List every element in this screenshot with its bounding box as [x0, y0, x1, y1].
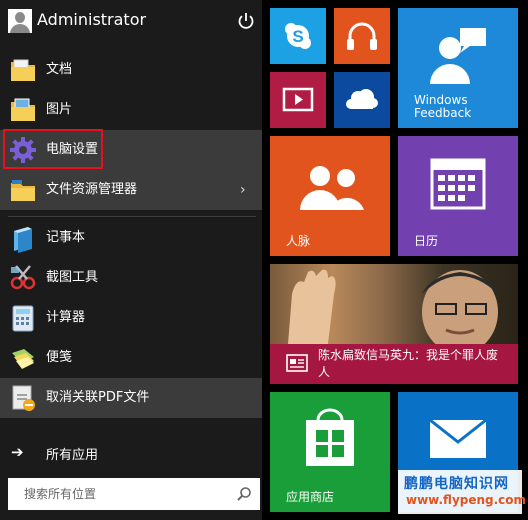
tile-news[interactable]: 陈水扁致信马英九：我是个罪人废人: [270, 264, 518, 384]
tile-label: Windows Feedback: [414, 93, 472, 120]
news-photo-figure: [288, 269, 498, 354]
menu-item-label: 记事本: [46, 230, 86, 245]
all-apps-label: 所有应用: [46, 448, 99, 463]
file-explorer-icon: [11, 180, 35, 201]
menu-item-label: 取消关联PDF文件: [46, 390, 150, 405]
search-input[interactable]: [24, 484, 224, 504]
notepad-icon: [14, 227, 32, 253]
skype-icon: S: [285, 23, 311, 49]
tile-label: 应用商店: [286, 490, 335, 504]
menu-item-calculator[interactable]: 计算器: [0, 298, 262, 338]
user-avatar-icon: [8, 9, 32, 33]
menu-item-sticky-notes[interactable]: 便笺: [0, 338, 262, 378]
menu-item-pictures[interactable]: 图片: [0, 90, 262, 130]
menu-item-label: 文件资源管理器: [46, 182, 138, 197]
menu-item-notepad[interactable]: 记事本: [0, 218, 262, 258]
arrow-right-icon: ➔: [11, 443, 24, 461]
menu-item-label: 计算器: [46, 310, 86, 325]
snipping-tool-icon: [10, 265, 36, 290]
user-account-row[interactable]: Administrator: [0, 0, 262, 40]
calculator-icon: [12, 305, 34, 332]
menu-item-unassociate-pdf[interactable]: 取消关联PDF文件: [0, 378, 262, 418]
chevron-right-icon[interactable]: ›: [240, 182, 246, 198]
news-headline: 陈水扁致信马英九：我是个罪人废人: [318, 348, 499, 379]
menu-item-documents[interactable]: 文档: [0, 50, 262, 90]
menu-item-label: 便笺: [46, 350, 73, 365]
folder-documents-icon: [11, 59, 35, 81]
news-caption-bar: 陈水扁致信马英九：我是个罪人废人: [270, 344, 518, 384]
news-photo: [270, 264, 518, 354]
tile-label: 日历: [414, 234, 439, 248]
news-icon: [286, 354, 308, 372]
tile-calendar[interactable]: 日历: [398, 136, 518, 256]
start-menu-left-pane: Administrator 文档 图片 电脑设置 文件资源管理器 › 记事本 截…: [0, 0, 262, 520]
highlight-box: [3, 129, 103, 169]
menu-item-label: 文档: [46, 62, 73, 77]
tile-onedrive[interactable]: [334, 72, 390, 128]
search-icon[interactable]: [236, 486, 252, 502]
sticky-notes-icon: [12, 349, 34, 369]
all-apps-button[interactable]: ➔ 所有应用: [0, 434, 262, 472]
power-icon[interactable]: [236, 11, 256, 31]
tile-label: 人脉: [286, 234, 311, 248]
divider: [8, 216, 256, 217]
menu-item-label: 图片: [46, 102, 73, 117]
watermark-url: www.flypeng.com: [406, 493, 527, 507]
folder-pictures-icon: [11, 98, 35, 121]
tile-video[interactable]: [270, 72, 326, 128]
site-watermark: 鹏鹏电脑知识网 www.flypeng.com: [398, 470, 526, 514]
tile-skype[interactable]: S: [270, 8, 326, 64]
cloud-icon: [346, 89, 378, 109]
search-box[interactable]: [8, 478, 260, 510]
tile-store[interactable]: 应用商店: [270, 392, 390, 512]
tile-music[interactable]: [334, 8, 390, 64]
menu-item-label: 截图工具: [46, 270, 99, 285]
user-name: Administrator: [37, 10, 147, 29]
svg-text:S: S: [292, 27, 303, 46]
headphones-icon: [347, 22, 377, 50]
menu-item-snipping-tool[interactable]: 截图工具: [0, 258, 262, 298]
watermark-title: 鹏鹏电脑知识网: [404, 476, 509, 492]
unassociate-pdf-icon: [12, 385, 35, 411]
tile-people[interactable]: 人脉: [270, 136, 390, 256]
menu-item-file-explorer[interactable]: 文件资源管理器 ›: [0, 170, 262, 210]
tile-windows-feedback[interactable]: Windows Feedback: [398, 8, 518, 128]
video-play-icon: [282, 87, 314, 112]
